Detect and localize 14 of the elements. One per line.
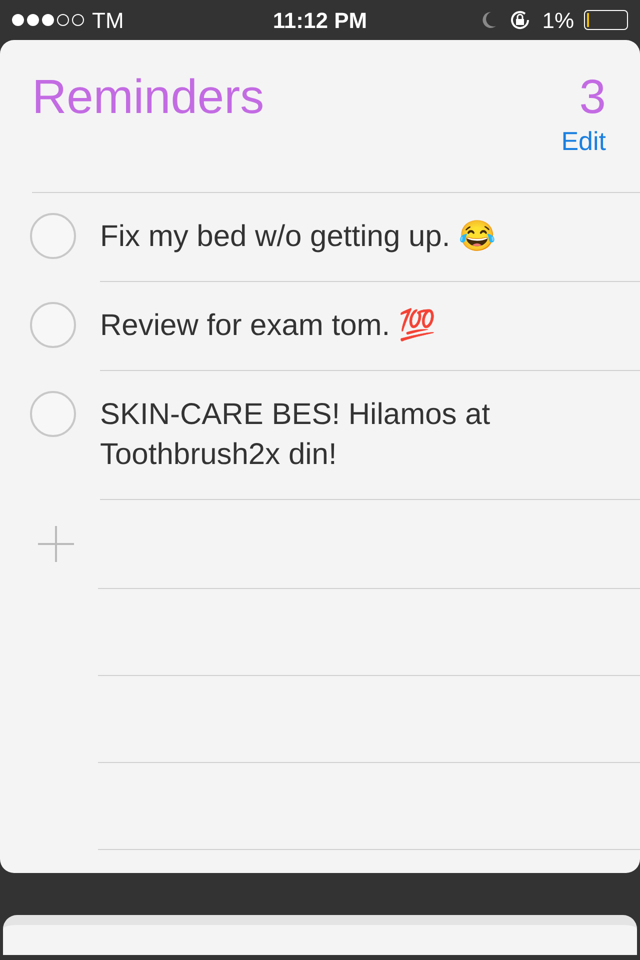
reminder-checkbox[interactable] xyxy=(30,391,76,437)
reminder-count: 3 xyxy=(579,74,606,122)
reminder-text: Fix my bed w/o getting up. 😂 xyxy=(100,219,497,255)
edit-button[interactable]: Edit xyxy=(561,128,606,154)
carrier-name: TM xyxy=(92,6,124,34)
add-icon[interactable] xyxy=(36,524,76,564)
reminder-checkbox[interactable] xyxy=(30,213,76,259)
reminder-text: SKIN-CARE BES! Hilamos at Toothbrush2x din! xyxy=(100,397,492,473)
reminder-checkbox[interactable] xyxy=(30,302,76,348)
battery-percent: 1% xyxy=(542,6,574,34)
signal-icon xyxy=(12,14,84,26)
list-title: Reminders xyxy=(32,74,264,122)
clock-time: 11:12 PM xyxy=(272,6,368,34)
reminder-text: Review for exam tom. 💯 xyxy=(100,307,436,344)
